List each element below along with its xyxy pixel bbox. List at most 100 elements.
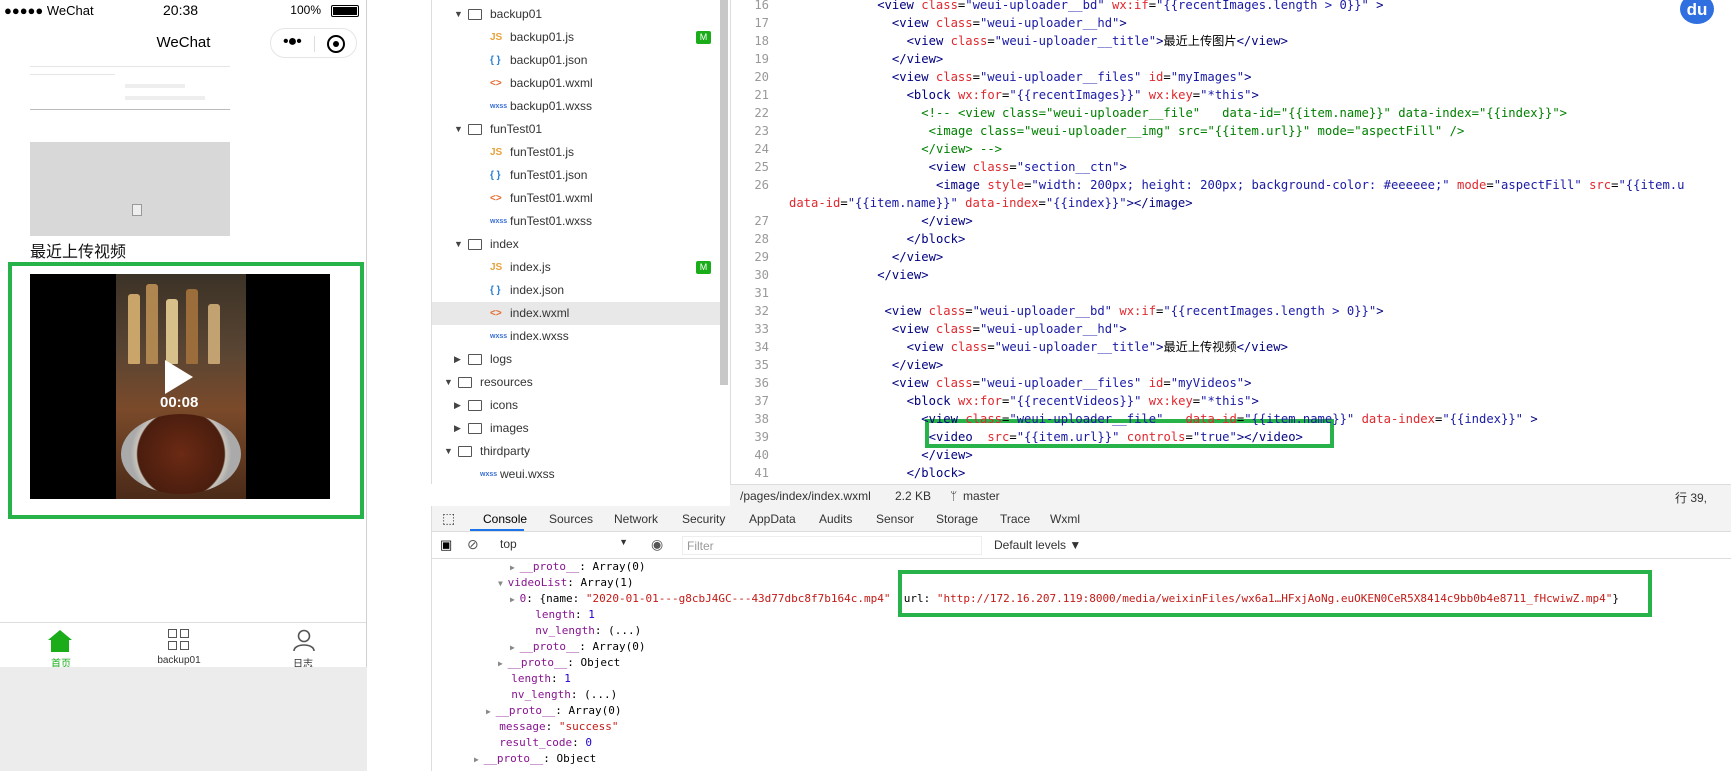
more-icon[interactable]: •●•: [283, 33, 302, 51]
tab-console[interactable]: Console: [483, 512, 527, 526]
code-line[interactable]: 26 <image style="width: 200px; height: 20…: [731, 176, 1731, 194]
code-editor[interactable]: 16 <view class="weui-uploader__bd" wx:if=…: [730, 0, 1731, 484]
git-branch[interactable]: master: [963, 489, 1000, 503]
tab-sources[interactable]: Sources: [549, 512, 593, 526]
expand-right-icon[interactable]: ▶: [474, 755, 484, 764]
tab-security[interactable]: Security: [682, 512, 725, 526]
expand-right-icon[interactable]: ▶: [510, 563, 520, 572]
image-placeholder[interactable]: [30, 142, 230, 236]
log-levels-dropdown[interactable]: Default levels ▼: [994, 538, 1081, 552]
chevron-right-icon[interactable]: ▶: [454, 348, 461, 371]
tree-file[interactable]: JS funTest01.js: [432, 141, 722, 164]
console-entry[interactable]: ▶ __proto__: Object: [474, 751, 596, 767]
console-entry[interactable]: nv_length: (...): [522, 623, 641, 639]
code-line[interactable]: 35 </view>: [731, 356, 1731, 374]
close-miniprogram-icon[interactable]: [327, 35, 345, 53]
filter-input[interactable]: Filter: [682, 536, 982, 555]
code-line[interactable]: 24 </view> -->: [731, 140, 1731, 158]
code-line[interactable]: 18 <view class="weui-uploader__title">最近上…: [731, 32, 1731, 50]
code-line[interactable]: 34 <view class="weui-uploader__title">最近上…: [731, 338, 1731, 356]
tab-network[interactable]: Network: [614, 512, 658, 526]
console-entry[interactable]: result_code: 0: [486, 735, 592, 751]
code-line[interactable]: 27 </view>: [731, 212, 1731, 230]
console-entry[interactable]: length: 1: [498, 671, 571, 687]
code-line[interactable]: 19 </view>: [731, 50, 1731, 68]
code-line[interactable]: 16 <view class="weui-uploader__bd" wx:if=…: [731, 0, 1731, 14]
tab-audits[interactable]: Audits: [819, 512, 852, 526]
console-entry[interactable]: ▼ videoList: Array(1): [498, 575, 633, 591]
tree-file[interactable]: { } backup01.json: [432, 49, 722, 72]
tree-folder[interactable]: ▼ backup01: [432, 3, 722, 26]
console-entry[interactable]: ▶ __proto__: Array(0): [510, 639, 645, 655]
sidebar-toggle-icon[interactable]: ▣: [440, 537, 452, 553]
expand-right-icon[interactable]: ▶: [510, 643, 520, 652]
tab-appdata[interactable]: AppData: [749, 512, 796, 526]
code-line[interactable]: 31: [731, 284, 1731, 302]
console-entry[interactable]: ▶ __proto__: Array(0): [486, 703, 621, 719]
tree-file[interactable]: { } index.json: [432, 279, 722, 302]
tree-folder[interactable]: ▶ icons: [432, 394, 722, 417]
tree-file[interactable]: wxss index.wxss: [432, 325, 722, 348]
tree-file[interactable]: <> funTest01.wxml: [432, 187, 722, 210]
tree-file[interactable]: { } funTest01.json: [432, 164, 722, 187]
console-entry[interactable]: length: 1: [522, 607, 595, 623]
code-line[interactable]: 22 <!-- <view class="weui-uploader__file"…: [731, 104, 1731, 122]
tree-file[interactable]: JS index.js M: [432, 256, 722, 279]
code-line[interactable]: 40 </view>: [731, 446, 1731, 464]
code-line[interactable]: 30 </view>: [731, 266, 1731, 284]
tab-backup01[interactable]: backup01: [118, 623, 240, 667]
tab-trace[interactable]: Trace: [1000, 512, 1030, 526]
capsule-menu[interactable]: •●•: [270, 28, 357, 58]
tab-wxml[interactable]: Wxml: [1050, 512, 1080, 526]
code-line[interactable]: 28 </block>: [731, 230, 1731, 248]
console-entry[interactable]: message: "success": [486, 719, 618, 735]
tree-file[interactable]: wxss backup01.wxss: [432, 95, 722, 118]
code-line[interactable]: 37 <block wx:for="{{recentVideos}}" wx:ke…: [731, 392, 1731, 410]
tree-file[interactable]: <> index.wxml: [432, 302, 722, 325]
tree-file[interactable]: wxss weui.wxss: [432, 463, 722, 484]
tab-sensor[interactable]: Sensor: [876, 512, 914, 526]
tree-folder[interactable]: ▼ resources: [432, 371, 722, 394]
code-line[interactable]: 29 </view>: [731, 248, 1731, 266]
code-line[interactable]: 38 <view class="weui-uploader__file" data…: [731, 410, 1731, 428]
tab-home[interactable]: 首页: [0, 623, 122, 667]
context-select[interactable]: top ▼: [500, 537, 630, 554]
tree-folder[interactable]: ▶ images: [432, 417, 722, 440]
expand-right-icon[interactable]: ▶: [486, 707, 496, 716]
code-line[interactable]: 36 <view class="weui-uploader__files" id=…: [731, 374, 1731, 392]
expand-right-icon[interactable]: ▶: [498, 659, 508, 668]
code-line[interactable]: 39 <video src="{{item.url}}" controls="tr…: [731, 428, 1731, 446]
console-entry[interactable]: nv_length: (...): [498, 687, 617, 703]
inspect-icon[interactable]: ⬚: [442, 510, 455, 527]
code-line[interactable]: 20 <view class="weui-uploader__files" id=…: [731, 68, 1731, 86]
eye-icon[interactable]: ◉: [651, 536, 663, 553]
code-line[interactable]: 21 <block wx:for="{{recentImages}}" wx:ke…: [731, 86, 1731, 104]
code-line[interactable]: 23 <image class="weui-uploader__img" src=…: [731, 122, 1731, 140]
chevron-down-icon[interactable]: ▼: [454, 3, 463, 26]
chevron-down-icon[interactable]: ▼: [454, 233, 463, 256]
chevron-right-icon[interactable]: ▶: [454, 417, 461, 440]
code-line[interactable]: 25 <view class="section__ctn">: [731, 158, 1731, 176]
clear-console-icon[interactable]: ⊘: [467, 536, 479, 553]
tree-file[interactable]: JS backup01.js M: [432, 26, 722, 49]
code-line[interactable]: 32 <view class="weui-uploader__bd" wx:if=…: [731, 302, 1731, 320]
code-line[interactable]: 17 <view class="weui-uploader__hd">: [731, 14, 1731, 32]
tree-file[interactable]: wxss funTest01.wxss: [432, 210, 722, 233]
image-thumbnail[interactable]: [30, 62, 230, 110]
tab-storage[interactable]: Storage: [936, 512, 978, 526]
tree-file[interactable]: <> backup01.wxml: [432, 72, 722, 95]
console-entry[interactable]: ▶ __proto__: Array(0): [510, 559, 645, 575]
tree-scrollbar[interactable]: [720, 0, 728, 385]
chevron-down-icon[interactable]: ▼: [454, 118, 463, 141]
code-line[interactable]: 33 <view class="weui-uploader__hd">: [731, 320, 1731, 338]
tree-folder[interactable]: ▶ logs: [432, 348, 722, 371]
code-line[interactable]: data-id="{{item.name}}" data-index="{{in…: [731, 194, 1731, 212]
tree-folder[interactable]: ▼ funTest01: [432, 118, 722, 141]
cursor-position[interactable]: 行 39,: [1675, 489, 1707, 506]
console-entry[interactable]: ▶ __proto__: Object: [498, 655, 620, 671]
tree-folder[interactable]: ▼ index: [432, 233, 722, 256]
tree-folder[interactable]: ▼ thirdparty: [432, 440, 722, 463]
chevron-right-icon[interactable]: ▶: [454, 394, 461, 417]
expand-right-icon[interactable]: ▶: [510, 595, 520, 604]
code-line[interactable]: 41 </block>: [731, 464, 1731, 482]
